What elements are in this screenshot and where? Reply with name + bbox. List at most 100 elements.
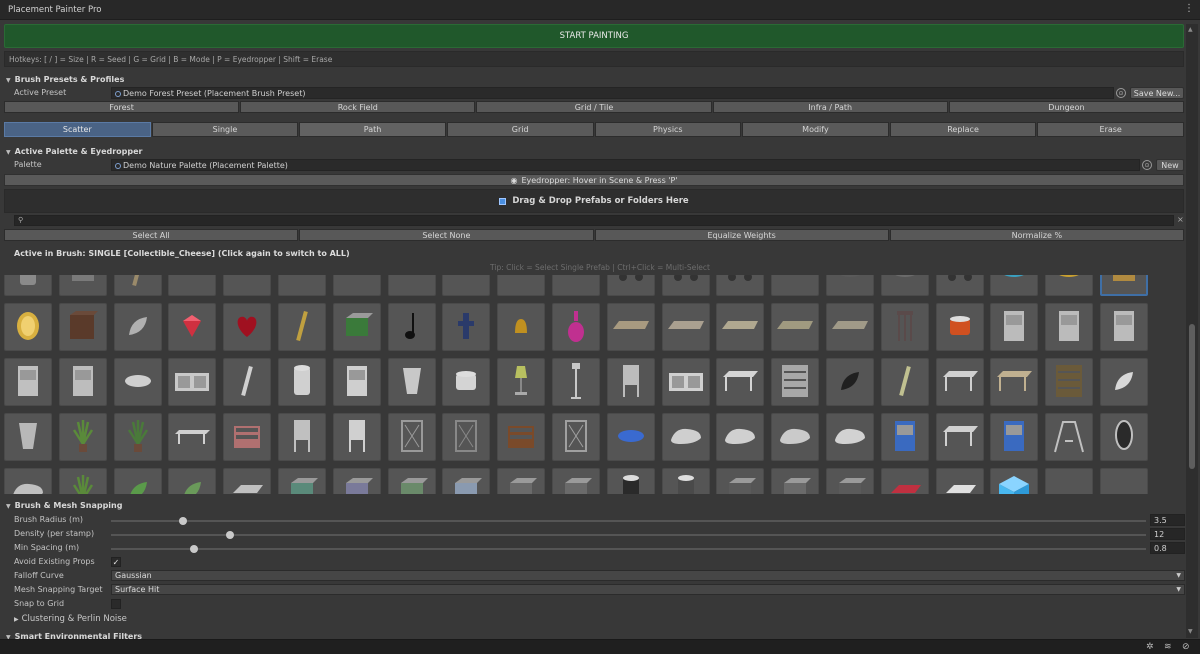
layers-icon[interactable]: ≋	[1164, 642, 1172, 652]
eyedropper-button[interactable]: ◉ Eyedropper: Hover in Scene & Press 'P'	[4, 174, 1184, 186]
prefab-thumbnail[interactable]	[661, 303, 710, 351]
prefab-thumbnail[interactable]	[1099, 413, 1148, 461]
prefab-thumbnail[interactable]	[113, 275, 162, 296]
snap-grid-checkbox[interactable]	[111, 599, 121, 609]
prefab-thumbnail[interactable]	[771, 358, 820, 406]
prefab-thumbnail[interactable]	[277, 413, 326, 461]
prefab-thumbnail[interactable]	[497, 303, 546, 351]
prefab-thumbnail[interactable]	[661, 413, 710, 461]
prefab-thumbnail[interactable]	[223, 303, 272, 351]
prefab-thumbnail[interactable]	[716, 468, 765, 494]
prefab-thumbnail[interactable]	[551, 413, 600, 461]
normalize-button[interactable]: Normalize %	[889, 229, 1184, 241]
prefab-thumbnail[interactable]	[497, 468, 546, 494]
prefab-thumbnail[interactable]	[990, 275, 1039, 296]
prefab-thumbnail[interactable]	[880, 468, 929, 494]
prefab-thumbnail[interactable]	[387, 413, 436, 461]
brush-radius-field[interactable]: 3.5	[1150, 514, 1185, 526]
prefab-thumbnail[interactable]	[387, 358, 436, 406]
select-none-button[interactable]: Select None	[299, 229, 594, 241]
min-spacing-field[interactable]: 0.8	[1150, 542, 1185, 554]
clustering-foldout[interactable]: ▶ Clustering & Perlin Noise	[14, 614, 127, 624]
prefab-thumbnail[interactable]	[606, 275, 655, 296]
prefab-thumbnail[interactable]	[1045, 358, 1094, 406]
main-scrollbar[interactable]: ▲ ▼	[1186, 24, 1198, 638]
prefab-thumbnail[interactable]	[58, 468, 107, 494]
profile-button-forest[interactable]: Forest	[4, 101, 240, 113]
prefab-thumbnail[interactable]	[113, 413, 162, 461]
prefab-thumbnail[interactable]	[277, 358, 326, 406]
scroll-down-icon[interactable]: ▼	[1188, 628, 1193, 635]
object-picker-icon[interactable]: ⊙	[1142, 160, 1152, 170]
kebab-menu-icon[interactable]: ⋮	[1184, 3, 1194, 14]
tab-replace[interactable]: Replace	[889, 122, 1037, 137]
brush-radius-handle[interactable]	[179, 517, 188, 525]
prefab-thumbnail[interactable]	[332, 358, 381, 406]
tab-single[interactable]: Single	[151, 122, 299, 137]
prefab-thumbnail[interactable]	[935, 358, 984, 406]
profile-button-dungeon[interactable]: Dungeon	[948, 101, 1185, 113]
prefab-thumbnail[interactable]	[442, 413, 491, 461]
prefab-thumbnail[interactable]	[990, 468, 1039, 494]
active-preset-field[interactable]: Demo Forest Preset (Placement Brush Pres…	[111, 87, 1114, 99]
prefab-thumbnail[interactable]	[1099, 358, 1148, 406]
prefab-thumbnail[interactable]	[1045, 303, 1094, 351]
clear-search-icon[interactable]: ×	[1177, 215, 1184, 224]
palette-field[interactable]: Demo Nature Palette (Placement Palette)	[111, 159, 1140, 171]
prefab-thumbnail[interactable]	[4, 303, 52, 351]
prefab-thumbnail[interactable]	[825, 468, 874, 494]
prefab-thumbnail[interactable]	[606, 358, 655, 406]
prefab-thumbnail[interactable]	[168, 303, 217, 351]
prefab-thumbnail[interactable]	[935, 413, 984, 461]
prefab-thumbnail[interactable]	[716, 413, 765, 461]
prefab-thumbnail[interactable]	[277, 275, 326, 296]
prefab-thumbnail[interactable]	[880, 358, 929, 406]
prefab-search-input[interactable]: ⚲	[14, 215, 1174, 226]
prefab-thumbnail[interactable]	[332, 413, 381, 461]
prefab-thumbnail[interactable]	[277, 468, 326, 494]
prefab-thumbnail[interactable]	[332, 468, 381, 494]
prefab-thumbnail[interactable]	[880, 303, 929, 351]
prefab-thumbnail[interactable]	[716, 358, 765, 406]
prefab-thumbnail[interactable]	[168, 358, 217, 406]
prefab-thumbnail[interactable]	[880, 275, 929, 296]
prefab-thumbnail[interactable]	[113, 468, 162, 494]
profile-button-infra-path[interactable]: Infra / Path	[712, 101, 948, 113]
prefab-thumbnail[interactable]	[771, 303, 820, 351]
prefab-thumbnail[interactable]	[551, 303, 600, 351]
check-circle-icon[interactable]: ⊘	[1182, 642, 1190, 652]
prefab-thumbnail[interactable]	[113, 303, 162, 351]
prefab-thumbnail[interactable]	[771, 468, 820, 494]
prefab-thumbnail[interactable]	[442, 358, 491, 406]
prefab-dropzone[interactable]: Drag & Drop Prefabs or Folders Here	[4, 189, 1184, 213]
prefab-thumbnail[interactable]	[113, 358, 162, 406]
equalize-weights-button[interactable]: Equalize Weights	[594, 229, 889, 241]
min-spacing-slider[interactable]	[111, 545, 1146, 553]
prefab-thumbnail[interactable]	[1045, 275, 1094, 296]
density-slider[interactable]	[111, 531, 1146, 539]
prefab-thumbnail[interactable]	[551, 468, 600, 494]
prefab-thumbnail[interactable]	[661, 468, 710, 494]
object-picker-icon[interactable]: ⊙	[1116, 88, 1126, 98]
new-palette-button[interactable]: New	[1156, 159, 1184, 171]
prefab-thumbnail[interactable]	[223, 358, 272, 406]
prefab-thumbnail[interactable]	[387, 275, 436, 296]
prefab-thumbnail[interactable]	[497, 413, 546, 461]
prefab-thumbnail[interactable]	[58, 303, 107, 351]
scroll-thumb[interactable]	[1189, 324, 1195, 469]
tab-grid[interactable]: Grid	[446, 122, 594, 137]
select-all-button[interactable]: Select All	[4, 229, 299, 241]
prefab-thumbnail[interactable]	[58, 358, 107, 406]
prefab-thumbnail[interactable]	[990, 413, 1039, 461]
prefab-thumbnail[interactable]	[551, 358, 600, 406]
tab-physics[interactable]: Physics	[594, 122, 742, 137]
prefab-thumbnail[interactable]	[771, 413, 820, 461]
prefab-thumbnail[interactable]	[332, 303, 381, 351]
profile-button-grid-tile[interactable]: Grid / Tile	[476, 101, 712, 113]
prefab-thumbnail[interactable]	[277, 303, 326, 351]
save-new-button[interactable]: Save New...	[1130, 87, 1184, 99]
prefab-thumbnail[interactable]	[442, 303, 491, 351]
prefab-thumbnail[interactable]	[606, 303, 655, 351]
prefab-thumbnail[interactable]	[497, 358, 546, 406]
prefab-thumbnail[interactable]	[4, 413, 52, 461]
